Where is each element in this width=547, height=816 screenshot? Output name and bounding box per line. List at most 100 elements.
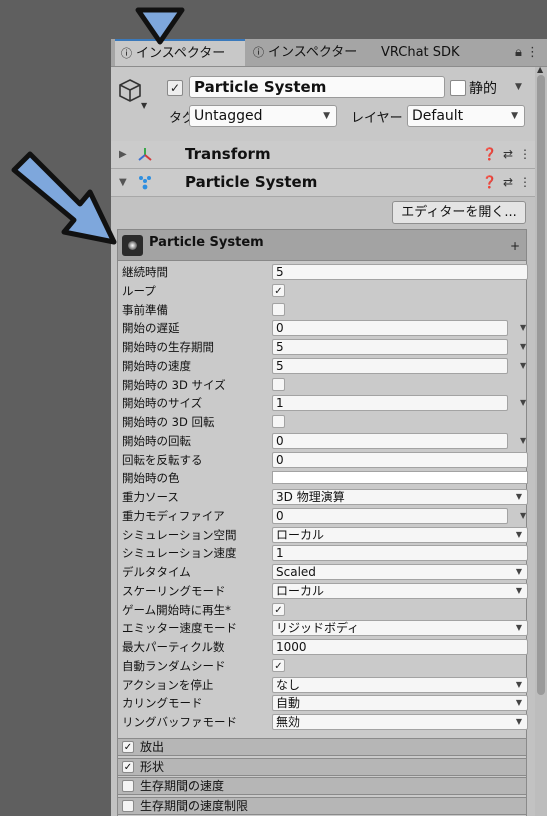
tag-dropdown[interactable]: Untagged: [189, 105, 337, 127]
open-editor-button[interactable]: エディターを開く...: [392, 201, 526, 224]
icon-dropdown-icon[interactable]: ▼: [141, 101, 147, 110]
property-checkbox[interactable]: [272, 302, 285, 316]
module-label: 放出: [140, 740, 165, 754]
property-label: 自動ランダムシード: [122, 658, 226, 673]
property-input[interactable]: 0: [272, 507, 508, 524]
property-input[interactable]: 5: [272, 357, 508, 374]
property-checkbox[interactable]: ✓: [272, 658, 285, 672]
property-label: 最大パーティクル数: [122, 640, 225, 654]
property-row: シミュレーション速度 1: [122, 544, 528, 562]
mode-dropdown-icon[interactable]: ▼: [520, 319, 526, 337]
property-checkbox[interactable]: [272, 377, 285, 391]
diagonal-arrow-annotation-icon: [11, 151, 117, 245]
property-label: 重力ソース: [122, 490, 179, 504]
property-row: 開始時のサイズ 1 ▼: [122, 394, 526, 412]
property-input[interactable]: 5: [272, 339, 508, 355]
tab-vrchat-sdk[interactable]: VRChat SDK: [381, 39, 481, 66]
property-checkbox[interactable]: ✓: [272, 283, 285, 297]
property-dropdown[interactable]: ローカル: [272, 526, 528, 543]
property-label: アクションを停止: [122, 677, 214, 692]
property-dropdown[interactable]: リジッドボディ: [272, 620, 528, 637]
mode-dropdown-icon[interactable]: ▼: [520, 432, 526, 450]
property-dropdown[interactable]: なし: [272, 676, 528, 693]
module-checkbox[interactable]: ✓: [122, 760, 134, 773]
property-row: 開始の遅延 0 ▼: [122, 319, 526, 337]
particle-component-header[interactable]: ▼ Particle System ❓⇄⋮: [111, 169, 547, 197]
property-input[interactable]: 5: [272, 264, 528, 280]
static-label: 静的: [469, 81, 497, 97]
module-checkbox[interactable]: ✓: [122, 741, 134, 753]
property-label: ループ: [122, 283, 156, 298]
object-name-input[interactable]: Particle System: [189, 76, 445, 98]
scrollbar-thumb[interactable]: [537, 75, 545, 695]
property-label: シミュレーション速度: [122, 546, 237, 561]
gameobject-cube-icon: [119, 79, 141, 102]
color-swatch[interactable]: [272, 471, 528, 485]
tab-inspector-1[interactable]: ⓘ インスペクター: [115, 39, 245, 66]
property-label: シミュレーション空間: [122, 527, 237, 542]
module-label: 形状: [140, 759, 165, 774]
mode-dropdown-icon[interactable]: ▼: [520, 338, 526, 356]
property-label: 回転を反転する: [122, 452, 203, 467]
lock-icon[interactable]: 🔒︎: [515, 45, 522, 60]
add-module-icon[interactable]: +: [510, 239, 520, 253]
property-dropdown[interactable]: 無効: [272, 714, 528, 730]
property-label: スケーリングモード: [122, 583, 226, 598]
active-checkbox[interactable]: ✓: [167, 80, 183, 96]
component-name: Transform: [185, 145, 271, 163]
module-row[interactable]: ✓ 形状: [117, 757, 527, 776]
property-row: 開始時の 3D サイズ: [122, 376, 526, 394]
static-dropdown-icon[interactable]: ▼: [515, 82, 522, 92]
module-row[interactable]: 生存期間の速度制限: [117, 796, 527, 815]
property-row: 開始時の回転 0 ▼: [122, 432, 526, 450]
module-checkbox[interactable]: [122, 799, 134, 812]
property-label: 継続時間: [122, 265, 168, 279]
layer-dropdown[interactable]: Default: [407, 105, 525, 127]
property-dropdown[interactable]: Scaled: [272, 564, 528, 580]
component-actions[interactable]: ❓⇄⋮: [482, 141, 537, 168]
property-dropdown[interactable]: 3D 物理演算: [272, 489, 528, 505]
module-row[interactable]: ✓ 放出: [117, 738, 527, 756]
property-input[interactable]: 1: [272, 395, 508, 412]
property-row: ループ ✓: [122, 282, 526, 300]
property-label: 事前準備: [122, 302, 168, 317]
tab-inspector-2[interactable]: ⓘ インスペクター: [253, 39, 363, 66]
property-input[interactable]: 0: [272, 320, 508, 337]
module-checkbox[interactable]: [122, 780, 134, 792]
tab-menu[interactable]: 🔒︎ ⋮: [515, 39, 539, 66]
mode-dropdown-icon[interactable]: ▼: [520, 357, 526, 375]
property-checkbox[interactable]: [272, 415, 285, 428]
property-input[interactable]: 0: [272, 451, 528, 468]
property-label: 開始時の生存期間: [122, 340, 214, 354]
scrollbar[interactable]: ▲: [535, 65, 547, 816]
property-dropdown[interactable]: 自動: [272, 695, 528, 712]
info-icon: ⓘ: [253, 46, 264, 59]
property-input[interactable]: 1: [272, 545, 528, 562]
expand-arrow-icon[interactable]: ▶: [119, 141, 127, 168]
property-row: 開始時の速度 5 ▼: [122, 357, 526, 375]
property-row: 継続時間 5: [122, 263, 528, 281]
mode-dropdown-icon[interactable]: ▼: [520, 394, 526, 412]
mode-dropdown-icon[interactable]: ▼: [520, 507, 526, 525]
static-checkbox[interactable]: [450, 80, 466, 96]
particle-preview-icon: [122, 235, 143, 256]
transform-axes-icon: [138, 148, 152, 161]
more-menu-icon[interactable]: ⋮: [526, 45, 539, 60]
component-actions[interactable]: ❓⇄⋮: [482, 169, 537, 196]
property-row: 開始時の生存期間 5 ▼: [122, 338, 526, 356]
property-checkbox[interactable]: ✓: [272, 602, 285, 616]
transform-component-header[interactable]: ▶ Transform ❓⇄⋮: [111, 141, 547, 169]
module-row[interactable]: 生存期間の速度: [117, 777, 527, 795]
scroll-up-icon[interactable]: ▲: [537, 65, 543, 74]
property-label: 開始時の 3D サイズ: [122, 377, 226, 392]
property-input[interactable]: 0: [272, 432, 508, 449]
inspector-panel: ⓘ インスペクター ⓘ インスペクター VRChat SDK 🔒︎ ⋮ ▼ ✓ Pa…: [111, 39, 547, 816]
property-dropdown[interactable]: ローカル: [272, 582, 528, 599]
collapse-arrow-icon[interactable]: ▼: [119, 169, 127, 196]
property-label: 開始時のサイズ: [122, 396, 203, 411]
property-input[interactable]: 1000: [272, 639, 528, 655]
property-label: 開始時の 3D 回転: [122, 415, 215, 429]
gameobject-header: ▼ ✓ Particle System 静的 ▼ タグ Untagged レイヤ…: [111, 67, 547, 151]
property-label: 開始時の色: [122, 471, 180, 486]
property-label: デルタタイム: [122, 565, 191, 579]
